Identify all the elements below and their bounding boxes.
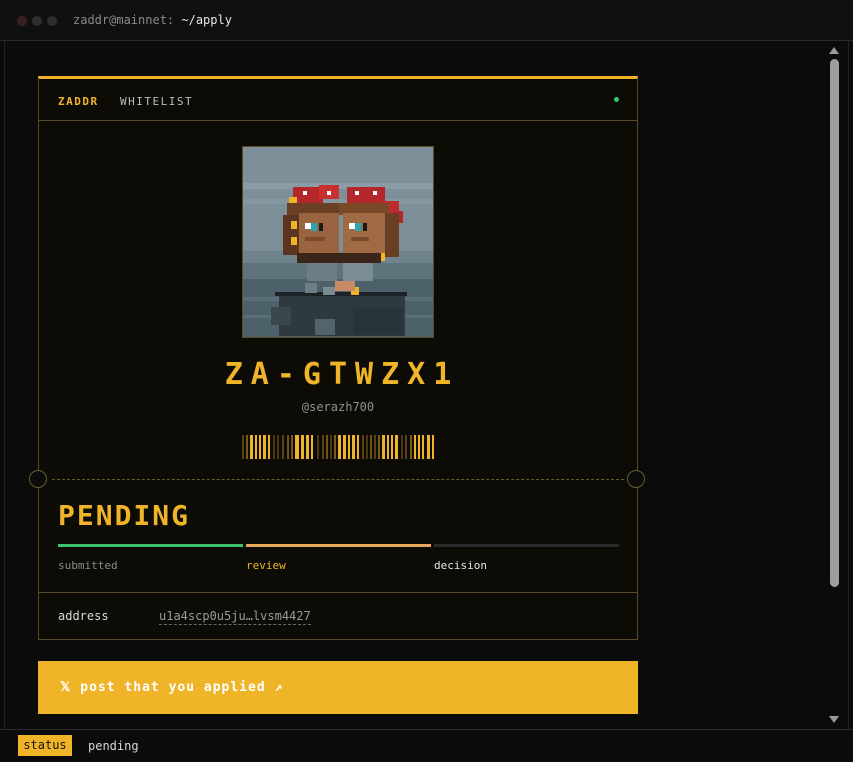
scroll-down-arrow-icon[interactable] [829, 716, 839, 723]
scrollbar-thumb[interactable] [830, 59, 839, 587]
ticket-notch-right [627, 470, 645, 488]
title-bar: zaddr@mainnet: ~/apply [0, 0, 853, 41]
barcode-image [242, 435, 434, 459]
address-value[interactable]: u1a4scp0u5ju…lvsm4427 [159, 609, 311, 625]
post-applied-button[interactable]: 𝕏 post that you applied ↗ [38, 661, 638, 714]
status-chip: status [18, 735, 72, 756]
user-handle: @serazh700 [301, 400, 375, 414]
window-title: zaddr@mainnet: ~/apply [73, 13, 232, 27]
section-label: WHITELIST [120, 95, 194, 108]
step-submitted: submitted [58, 544, 243, 572]
token-id: ZA-GTWZX1 [224, 357, 460, 392]
scroll-up-arrow-icon[interactable] [829, 47, 839, 54]
step-review-bar [246, 544, 431, 547]
step-review: review [246, 544, 431, 572]
address-row: address u1a4scp0u5ju…lvsm4427 [39, 592, 637, 640]
window-title-path: ~/apply [174, 13, 232, 27]
step-submitted-label: submitted [58, 559, 118, 572]
pixel-art-avatar-image [243, 147, 433, 337]
step-decision-bar [434, 544, 619, 547]
address-label: address [58, 609, 109, 623]
scrollbar[interactable] [826, 41, 842, 729]
maximize-window-button[interactable] [47, 16, 57, 26]
close-window-button[interactable] [17, 16, 27, 26]
ticket-notch-left [29, 470, 47, 488]
step-decision: decision [434, 544, 619, 572]
card-header: ZADDR WHITELIST [39, 79, 637, 121]
online-indicator-icon [614, 97, 619, 102]
step-decision-label: decision [434, 559, 487, 572]
window-title-prefix: zaddr@mainnet: [73, 13, 175, 27]
status-bar: status pending [0, 729, 853, 762]
step-review-label: review [246, 559, 286, 572]
status-text: pending [88, 739, 139, 753]
avatar [242, 146, 434, 338]
post-applied-button-label: 𝕏 post that you applied ↗ [60, 680, 284, 695]
perforation-divider [52, 479, 624, 480]
whitelist-ticket-card: ZADDR WHITELIST ZA-GTWZX1 @serazh700 PEN… [29, 76, 645, 640]
step-submitted-bar [58, 544, 243, 547]
minimize-window-button[interactable] [32, 16, 42, 26]
brand-label: ZADDR [58, 95, 99, 108]
application-status: PENDING [58, 499, 191, 532]
